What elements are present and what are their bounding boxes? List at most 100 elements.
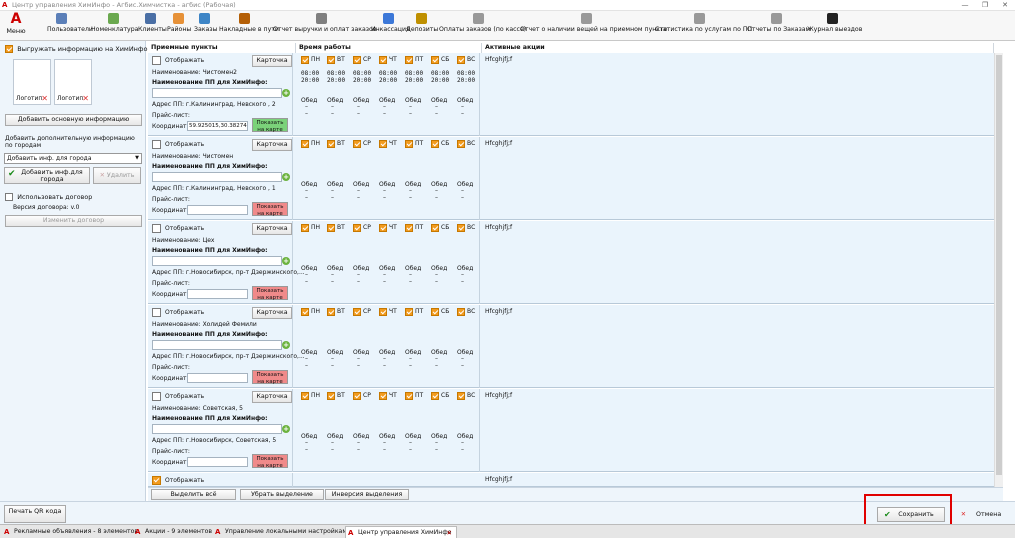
coords-input[interactable]	[187, 289, 248, 299]
show-checkbox[interactable]	[152, 308, 161, 317]
day-checkbox[interactable]	[353, 224, 361, 232]
day-checkbox[interactable]	[405, 224, 413, 232]
add-city-info-button[interactable]: ✔ Добавить инф.для города	[4, 167, 90, 184]
ribbon-item-1[interactable]: Номенклатура	[91, 13, 138, 39]
logo-box-1[interactable]: Логотип ✕	[13, 59, 51, 105]
use-contract-checkbox[interactable]	[5, 193, 13, 201]
change-contract-button[interactable]: Изменить договор	[5, 215, 142, 227]
show-on-map-button[interactable]: Показать на карте	[252, 454, 288, 469]
day-checkbox[interactable]	[431, 140, 439, 148]
day-checkbox[interactable]	[431, 308, 439, 316]
day-checkbox[interactable]	[431, 392, 439, 400]
pp-name-input[interactable]	[152, 256, 282, 266]
coords-input[interactable]	[187, 457, 248, 467]
add-icon[interactable]: +	[282, 341, 290, 349]
remove-logo-2-icon[interactable]: ✕	[82, 94, 89, 103]
day-checkbox[interactable]	[327, 224, 335, 232]
ribbon-item-13[interactable]: Журнал выездов	[807, 13, 862, 39]
ribbon-item-11[interactable]: Статистика по услугам по ПП	[655, 13, 752, 39]
day-checkbox[interactable]	[379, 140, 387, 148]
pp-name-input[interactable]	[152, 340, 282, 350]
show-on-map-button[interactable]: Показать на карте	[252, 370, 288, 385]
day-checkbox[interactable]	[379, 308, 387, 316]
ribbon-item-5[interactable]: Накладные в пути	[219, 13, 279, 39]
day-checkbox[interactable]	[457, 224, 465, 232]
day-checkbox[interactable]	[405, 392, 413, 400]
day-checkbox[interactable]	[301, 392, 309, 400]
show-checkbox[interactable]	[152, 392, 161, 401]
maximize-button[interactable]: ❐	[975, 0, 995, 11]
day-checkbox[interactable]	[379, 56, 387, 64]
card-button[interactable]: Карточка	[252, 223, 292, 235]
day-checkbox[interactable]	[301, 56, 309, 64]
add-icon[interactable]: +	[282, 89, 290, 97]
day-checkbox[interactable]	[327, 308, 335, 316]
pp-name-input[interactable]	[152, 172, 282, 182]
remove-logo-1-icon[interactable]: ✕	[41, 94, 48, 103]
ribbon-item-12[interactable]: Отчеты по Заказам	[747, 13, 810, 39]
day-checkbox[interactable]	[405, 308, 413, 316]
tab-local-settings[interactable]: A Управление локальными настройками	[213, 526, 351, 538]
deselect-button[interactable]: Убрать выделение	[240, 489, 324, 500]
tab-ads[interactable]: A Рекламные объявления - 8 элементов	[2, 526, 138, 538]
day-checkbox[interactable]	[457, 308, 465, 316]
day-checkbox[interactable]	[301, 140, 309, 148]
minimize-button[interactable]: —	[955, 0, 975, 11]
day-checkbox[interactable]	[353, 56, 361, 64]
day-checkbox[interactable]	[353, 140, 361, 148]
show-checkbox[interactable]	[152, 56, 161, 65]
pp-name-input[interactable]	[152, 424, 282, 434]
day-checkbox[interactable]	[457, 140, 465, 148]
use-contract-row[interactable]: Использовать договор	[5, 193, 92, 201]
day-checkbox[interactable]	[327, 56, 335, 64]
show-checkbox[interactable]	[152, 224, 161, 233]
invert-selection-button[interactable]: Инверсия выделения	[325, 489, 409, 500]
day-checkbox[interactable]	[353, 308, 361, 316]
day-checkbox[interactable]	[431, 224, 439, 232]
day-checkbox[interactable]	[301, 308, 309, 316]
day-checkbox[interactable]	[431, 56, 439, 64]
tab-promos[interactable]: A Акции - 9 элементов	[133, 526, 215, 538]
day-checkbox[interactable]	[457, 56, 465, 64]
tab-control-center[interactable]: A Центр управления ХимИнфо ✕	[345, 526, 457, 538]
ribbon-item-8[interactable]: Депозиты	[406, 13, 438, 39]
coords-input[interactable]	[187, 205, 248, 215]
scrollbar-thumb[interactable]	[996, 55, 1002, 475]
add-icon[interactable]: +	[282, 257, 290, 265]
day-checkbox[interactable]	[353, 392, 361, 400]
menu-button[interactable]: A Меню	[0, 11, 32, 41]
coords-input[interactable]	[187, 373, 248, 383]
ribbon-item-10[interactable]: Отчет о наличии вещей на приемном пункте	[520, 13, 667, 39]
day-checkbox[interactable]	[327, 140, 335, 148]
add-icon[interactable]: +	[282, 425, 290, 433]
show-on-map-button[interactable]: Показать на карте	[252, 118, 288, 133]
ribbon-item-7[interactable]: Инкассация	[371, 13, 410, 39]
coords-input[interactable]: 59.925015,30.382748	[187, 121, 248, 131]
day-checkbox[interactable]	[405, 140, 413, 148]
card-button[interactable]: Карточка	[252, 391, 292, 403]
add-icon[interactable]: +	[282, 173, 290, 181]
day-checkbox[interactable]	[457, 392, 465, 400]
delete-city-info-button[interactable]: ✕ Удалить	[93, 167, 141, 184]
card-button[interactable]: Карточка	[252, 55, 292, 67]
logo-box-2[interactable]: Логотип ✕	[54, 59, 92, 105]
city-select[interactable]: Добавить инф. для города ▼	[4, 153, 142, 164]
ribbon-item-6[interactable]: Отчет выручки и оплат заказов	[273, 13, 376, 39]
show-checkbox[interactable]	[152, 476, 161, 485]
show-on-map-button[interactable]: Показать на карте	[252, 202, 288, 217]
ribbon-item-0[interactable]: Пользователи	[47, 13, 93, 39]
pp-name-input[interactable]	[152, 88, 282, 98]
vertical-scrollbar[interactable]	[994, 53, 1003, 501]
ribbon-item-4[interactable]: Заказы	[194, 13, 217, 39]
ribbon-item-2[interactable]: Клиенты	[138, 13, 167, 39]
day-checkbox[interactable]	[301, 224, 309, 232]
upload-checkbox-row[interactable]: Выгружать информацию на ХимИнфо	[5, 45, 147, 53]
day-checkbox[interactable]	[405, 56, 413, 64]
show-on-map-button[interactable]: Показать на карте	[252, 286, 288, 301]
day-checkbox[interactable]	[327, 392, 335, 400]
card-button[interactable]: Карточка	[252, 307, 292, 319]
day-checkbox[interactable]	[379, 224, 387, 232]
day-checkbox[interactable]	[379, 392, 387, 400]
cancel-button[interactable]: ✕ Отмена	[952, 507, 1010, 522]
close-window-button[interactable]: ✕	[995, 0, 1015, 11]
